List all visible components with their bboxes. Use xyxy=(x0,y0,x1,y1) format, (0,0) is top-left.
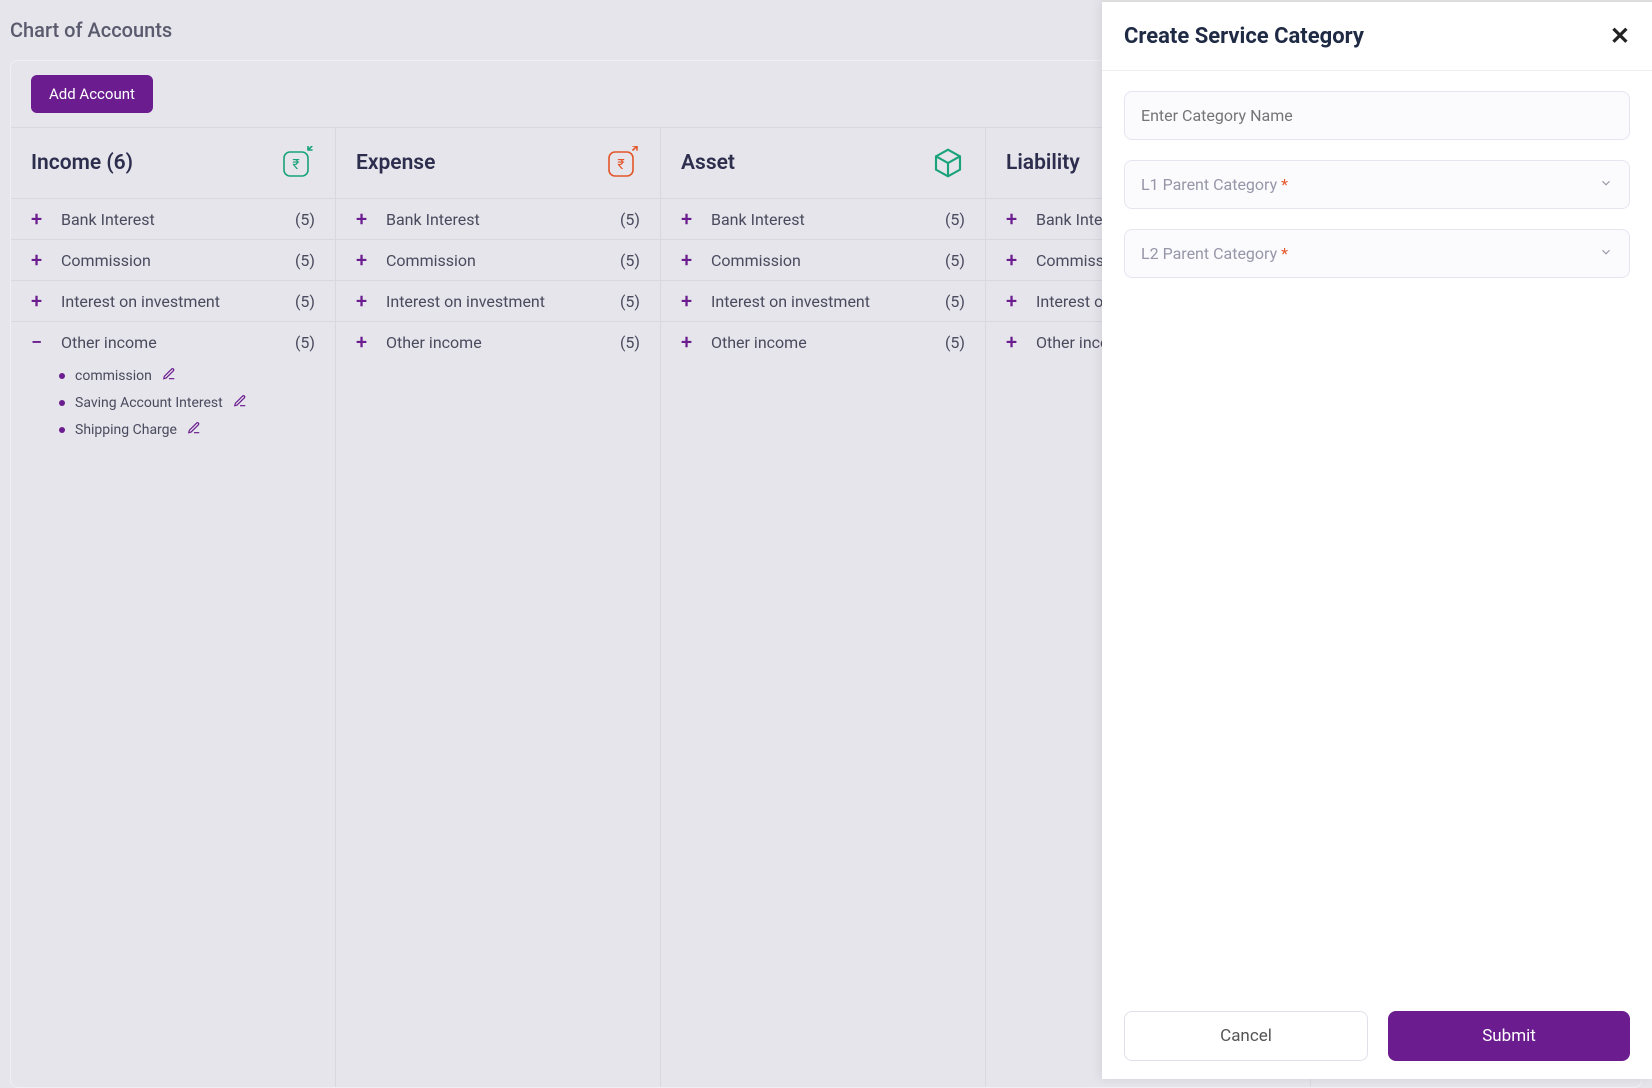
expand-icon[interactable]: + xyxy=(1006,209,1022,229)
account-label: Interest on investment xyxy=(61,292,295,311)
sub-account-item[interactable]: Saving Account Interest xyxy=(59,389,335,416)
account-sublist: commission Saving Account Interest Shipp… xyxy=(11,362,335,451)
drawer-footer: Cancel Submit xyxy=(1102,993,1652,1079)
account-row[interactable]: + Interest on investment (5) xyxy=(661,280,985,321)
account-row[interactable]: + Interest on investment (5) xyxy=(336,280,660,321)
account-count: (5) xyxy=(620,251,640,270)
sub-account-label: Saving Account Interest xyxy=(75,395,223,411)
expand-icon[interactable]: + xyxy=(1006,250,1022,270)
account-count: (5) xyxy=(945,333,965,352)
cube-icon xyxy=(931,146,965,180)
sub-account-label: commission xyxy=(75,368,152,384)
account-row[interactable]: + Commission (5) xyxy=(11,239,335,280)
sub-account-item[interactable]: Shipping Charge xyxy=(59,416,335,443)
column-asset: Asset + Bank Interest (5)+ Commission (5… xyxy=(661,127,986,1087)
account-count: (5) xyxy=(945,292,965,311)
account-label: Bank Interest xyxy=(61,210,295,229)
l1-parent-select[interactable]: L1 Parent Category* xyxy=(1124,160,1630,209)
expand-icon[interactable]: + xyxy=(356,250,372,270)
account-count: (5) xyxy=(295,333,315,352)
account-count: (5) xyxy=(620,333,640,352)
submit-button[interactable]: Submit xyxy=(1388,1011,1630,1061)
column-header: Asset xyxy=(661,128,985,198)
edit-icon[interactable] xyxy=(162,366,176,385)
account-row[interactable]: − Other income (5) xyxy=(11,321,335,362)
category-name-field[interactable] xyxy=(1124,91,1630,140)
expand-icon[interactable]: + xyxy=(356,209,372,229)
add-account-button[interactable]: Add Account xyxy=(31,75,153,113)
expand-icon[interactable]: + xyxy=(1006,332,1022,352)
expand-icon[interactable]: + xyxy=(31,250,47,270)
account-label: Other income xyxy=(386,333,620,352)
expand-icon[interactable]: + xyxy=(681,291,697,311)
account-count: (5) xyxy=(945,210,965,229)
account-count: (5) xyxy=(295,210,315,229)
expand-icon[interactable]: + xyxy=(31,291,47,311)
column-title: Asset xyxy=(681,151,735,175)
column-header: Expense ₹ xyxy=(336,128,660,198)
chevron-down-icon xyxy=(1599,244,1613,263)
account-row[interactable]: + Bank Interest (5) xyxy=(336,198,660,239)
account-label: Bank Interest xyxy=(711,210,945,229)
l2-parent-label: L2 Parent Category* xyxy=(1141,244,1599,263)
expand-icon[interactable]: + xyxy=(356,332,372,352)
account-label: Commission xyxy=(711,251,945,270)
svg-text:₹: ₹ xyxy=(292,157,299,173)
collapse-icon[interactable]: − xyxy=(31,332,47,352)
l1-parent-label: L1 Parent Category* xyxy=(1141,175,1599,194)
account-row[interactable]: + Other income (5) xyxy=(336,321,660,362)
drawer-header: Create Service Category ✕ xyxy=(1102,2,1652,71)
account-label: Commission xyxy=(61,251,295,270)
account-label: Interest on investment xyxy=(711,292,945,311)
account-row[interactable]: + Commission (5) xyxy=(661,239,985,280)
bullet-icon xyxy=(59,373,65,379)
account-count: (5) xyxy=(620,292,640,311)
chevron-down-icon xyxy=(1599,175,1613,194)
cancel-button[interactable]: Cancel xyxy=(1124,1011,1368,1061)
expand-icon[interactable]: + xyxy=(31,209,47,229)
column-title: Expense xyxy=(356,151,435,175)
account-row[interactable]: + Bank Interest (5) xyxy=(661,198,985,239)
close-icon[interactable]: ✕ xyxy=(1610,22,1630,50)
expand-icon[interactable]: + xyxy=(356,291,372,311)
create-category-drawer: Create Service Category ✕ L1 Parent Cate… xyxy=(1102,0,1652,1079)
account-label: Interest on investment xyxy=(386,292,620,311)
rupee-in-icon: ₹ xyxy=(281,146,315,180)
account-count: (5) xyxy=(295,292,315,311)
column-income: Income (6) ₹+ Bank Interest (5)+ Commiss… xyxy=(11,127,336,1087)
expand-icon[interactable]: + xyxy=(681,250,697,270)
account-row[interactable]: + Interest on investment (5) xyxy=(11,280,335,321)
drawer-title: Create Service Category xyxy=(1124,24,1364,49)
bullet-icon xyxy=(59,400,65,406)
sub-account-label: Shipping Charge xyxy=(75,422,177,438)
column-title: Liability xyxy=(1006,151,1080,175)
rupee-out-icon: ₹ xyxy=(606,146,640,180)
svg-text:₹: ₹ xyxy=(617,157,624,173)
expand-icon[interactable]: + xyxy=(681,209,697,229)
l2-parent-select[interactable]: L2 Parent Category* xyxy=(1124,229,1630,278)
account-row[interactable]: + Other income (5) xyxy=(661,321,985,362)
account-row[interactable]: + Commission (5) xyxy=(336,239,660,280)
account-count: (5) xyxy=(295,251,315,270)
account-count: (5) xyxy=(945,251,965,270)
account-label: Other income xyxy=(61,333,295,352)
expand-icon[interactable]: + xyxy=(681,332,697,352)
column-expense: Expense ₹+ Bank Interest (5)+ Commission… xyxy=(336,127,661,1087)
column-title: Income (6) xyxy=(31,151,133,175)
bullet-icon xyxy=(59,427,65,433)
account-label: Commission xyxy=(386,251,620,270)
drawer-body: L1 Parent Category* L2 Parent Category* xyxy=(1102,71,1652,993)
category-name-input[interactable] xyxy=(1141,106,1613,125)
expand-icon[interactable]: + xyxy=(1006,291,1022,311)
account-label: Other income xyxy=(711,333,945,352)
account-label: Bank Interest xyxy=(386,210,620,229)
account-count: (5) xyxy=(620,210,640,229)
edit-icon[interactable] xyxy=(233,393,247,412)
account-row[interactable]: + Bank Interest (5) xyxy=(11,198,335,239)
edit-icon[interactable] xyxy=(187,420,201,439)
sub-account-item[interactable]: commission xyxy=(59,362,335,389)
column-header: Income (6) ₹ xyxy=(11,128,335,198)
